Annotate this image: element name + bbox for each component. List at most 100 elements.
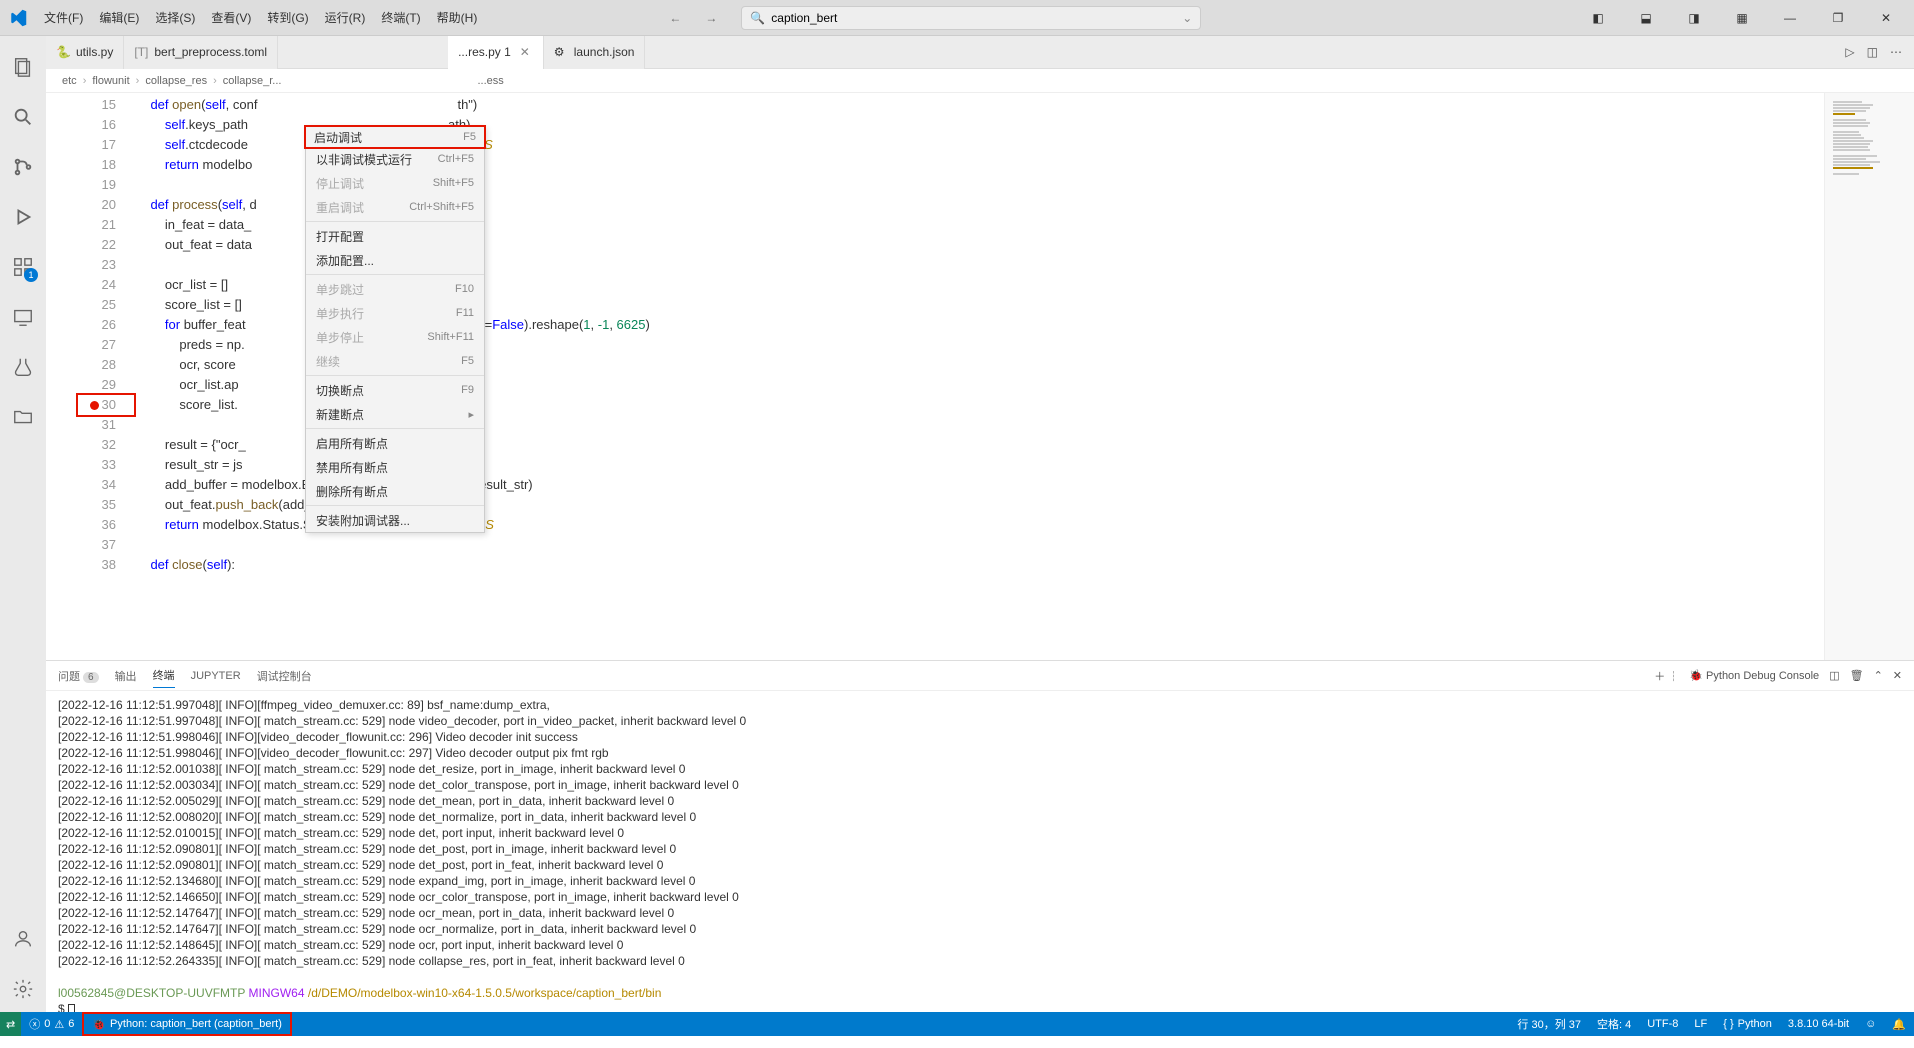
activity-debug-icon[interactable] [0, 194, 46, 240]
breadcrumb-item[interactable]: collapse_r... [223, 75, 282, 87]
panel-tab-jupyter[interactable]: JUPYTER [191, 666, 241, 686]
menu-terminal[interactable]: 终端(T) [373, 0, 428, 36]
editor-tabs: 🐍utils.py [T]bert_preprocess.toml ...res… [46, 36, 1914, 69]
status-language[interactable]: { }Python [1715, 1012, 1780, 1036]
activity-remote-icon[interactable] [0, 294, 46, 340]
menu-item[interactable]: 删除所有断点 [306, 479, 484, 503]
breadcrumb[interactable]: etc› flowunit› collapse_res› collapse_r.… [46, 69, 1914, 93]
activity-account-icon[interactable] [0, 916, 46, 962]
window-minimize-icon[interactable]: — [1770, 0, 1810, 36]
remote-indicator[interactable]: ⇄ [0, 1012, 21, 1036]
menu-item[interactable]: 以非调试模式运行Ctrl+F5 [306, 147, 484, 171]
search-input[interactable] [771, 11, 1176, 25]
status-encoding[interactable]: UTF-8 [1639, 1012, 1686, 1036]
json-icon: ⚙ [554, 45, 568, 59]
menu-item: 重启调试Ctrl+Shift+F5 [306, 195, 484, 219]
gutter[interactable]: 1516171819202122232425262728293031323334… [46, 93, 136, 660]
tab-bert-preprocess[interactable]: [T]bert_preprocess.toml [124, 36, 278, 69]
more-icon[interactable]: ⋯ [1890, 45, 1902, 59]
status-feedback-icon[interactable]: ☺ [1857, 1012, 1884, 1036]
window-restore-icon[interactable]: ❐ [1818, 0, 1858, 36]
close-icon[interactable]: ✕ [517, 45, 533, 59]
problems-count: 6 [83, 672, 99, 683]
search-icon: 🔍 [750, 11, 765, 25]
tabs-actions: ▷ ◫ ⋯ [1845, 45, 1914, 59]
tab-label: ...res.py 1 [458, 45, 511, 59]
layout-toggle-left-icon[interactable]: ◧ [1578, 0, 1618, 36]
menu-item: 单步停止Shift+F11 [306, 325, 484, 349]
breadcrumb-item[interactable]: ...ess [477, 75, 503, 87]
main: 1 🐍utils.py [T]bert_preprocess.toml ...r… [0, 36, 1914, 1012]
menu-file[interactable]: 文件(F) [36, 0, 91, 36]
menu-item[interactable]: 启用所有断点 [306, 431, 484, 455]
menu-item[interactable]: 安装附加调试器... [306, 508, 484, 532]
breadcrumb-item[interactable]: collapse_res [145, 75, 207, 87]
new-terminal-icon[interactable]: ＋ ┆ [1654, 668, 1679, 684]
nav-back-icon[interactable]: ← [665, 8, 685, 28]
activity-testing-icon[interactable] [0, 344, 46, 390]
menu-go[interactable]: 转到(G) [259, 0, 316, 36]
activity-folder-icon[interactable] [0, 394, 46, 440]
split-terminal-icon[interactable]: ◫ [1829, 669, 1839, 682]
status-eol[interactable]: LF [1686, 1012, 1715, 1036]
debug-console-selector[interactable]: 🐞 Python Debug Console [1689, 669, 1819, 682]
menu-view[interactable]: 查看(V) [203, 0, 259, 36]
menu-item[interactable]: 启动调试F5 [304, 125, 486, 149]
menu-item[interactable]: 打开配置 [306, 224, 484, 248]
activity-scm-icon[interactable] [0, 144, 46, 190]
tab-collapse-res[interactable]: ...res.py 1 ✕ [448, 36, 544, 69]
menu-item[interactable]: 添加配置... [306, 248, 484, 272]
tab-utils[interactable]: 🐍utils.py [46, 36, 124, 69]
layout-toggle-right-icon[interactable]: ◨ [1674, 0, 1714, 36]
menu-item[interactable]: 禁用所有断点 [306, 455, 484, 479]
breadcrumb-item[interactable]: flowunit [92, 75, 129, 87]
run-context-menu: 启动调试F5以非调试模式运行Ctrl+F5停止调试Shift+F5重启调试Ctr… [305, 126, 485, 533]
status-cursor[interactable]: 行 30，列 37 [1509, 1012, 1589, 1036]
menu-item[interactable]: 切换断点F9 [306, 378, 484, 402]
layout-customize-icon[interactable]: ▦ [1722, 0, 1762, 36]
panel-tab-output[interactable]: 输出 [115, 664, 137, 688]
status-spaces[interactable]: 空格: 4 [1589, 1012, 1639, 1036]
minimap-content [1833, 101, 1906, 176]
activity-explorer-icon[interactable] [0, 44, 46, 90]
menu-item[interactable]: 新建断点▸ [306, 402, 484, 426]
status-problems[interactable]: ⓧ0⚠6 [21, 1012, 82, 1036]
code-editor[interactable]: 1516171819202122232425262728293031323334… [46, 93, 1914, 660]
split-editor-icon[interactable]: ◫ [1867, 45, 1878, 59]
status-right: 行 30，列 37 空格: 4 UTF-8 LF { }Python 3.8.1… [1509, 1012, 1914, 1036]
status-interpreter[interactable]: 3.8.10 64-bit [1780, 1012, 1857, 1036]
menu-help[interactable]: 帮助(H) [429, 0, 486, 36]
chevron-down-icon[interactable]: ⌄ [1182, 11, 1192, 25]
close-panel-icon[interactable]: ✕ [1893, 669, 1902, 682]
layout-toggle-bottom-icon[interactable]: ⬓ [1626, 0, 1666, 36]
menu-run[interactable]: 运行(R) [317, 0, 374, 36]
tab-launch-json[interactable]: ⚙launch.json [544, 36, 646, 69]
menu-item: 继续F5 [306, 349, 484, 373]
maximize-panel-icon[interactable]: ⌃ [1874, 669, 1883, 682]
nav-forward-icon[interactable]: → [701, 8, 721, 28]
toml-icon: [T] [134, 45, 148, 59]
window-close-icon[interactable]: ✕ [1866, 0, 1906, 36]
error-icon: ⓧ [29, 1016, 40, 1032]
panel-tab-problems[interactable]: 问题6 [58, 664, 99, 688]
panel-tab-terminal[interactable]: 终端 [153, 663, 175, 688]
status-bar: ⇄ ⓧ0⚠6 🐞Python: caption_bert (caption_be… [0, 1012, 1914, 1036]
panel-tab-debug-console[interactable]: 调试控制台 [257, 664, 312, 688]
bottom-panel: 问题6 输出 终端 JUPYTER 调试控制台 ＋ ┆ 🐞 Python Deb… [46, 660, 1914, 1012]
run-icon[interactable]: ▷ [1845, 45, 1854, 59]
menu-selection[interactable]: 选择(S) [147, 0, 203, 36]
command-center[interactable]: 🔍 ⌄ [741, 6, 1201, 30]
editor-area: 🐍utils.py [T]bert_preprocess.toml ...res… [46, 36, 1914, 1012]
trash-icon[interactable]: 🗑 [1850, 669, 1864, 682]
menu-edit[interactable]: 编辑(E) [91, 0, 147, 36]
activity-settings-icon[interactable] [0, 966, 46, 1012]
tab-label: utils.py [76, 45, 113, 59]
activity-search-icon[interactable] [0, 94, 46, 140]
status-bell-icon[interactable]: 🔔 [1884, 1012, 1914, 1036]
menu-item: 单步执行F11 [306, 301, 484, 325]
status-debug-config[interactable]: 🐞Python: caption_bert (caption_bert) [82, 1012, 292, 1036]
activity-extensions-icon[interactable]: 1 [0, 244, 46, 290]
breadcrumb-item[interactable]: etc [62, 75, 77, 87]
minimap[interactable] [1824, 93, 1914, 660]
terminal-body[interactable]: [2022-12-16 11:12:51.997048][ INFO][ffmp… [46, 691, 1914, 1012]
